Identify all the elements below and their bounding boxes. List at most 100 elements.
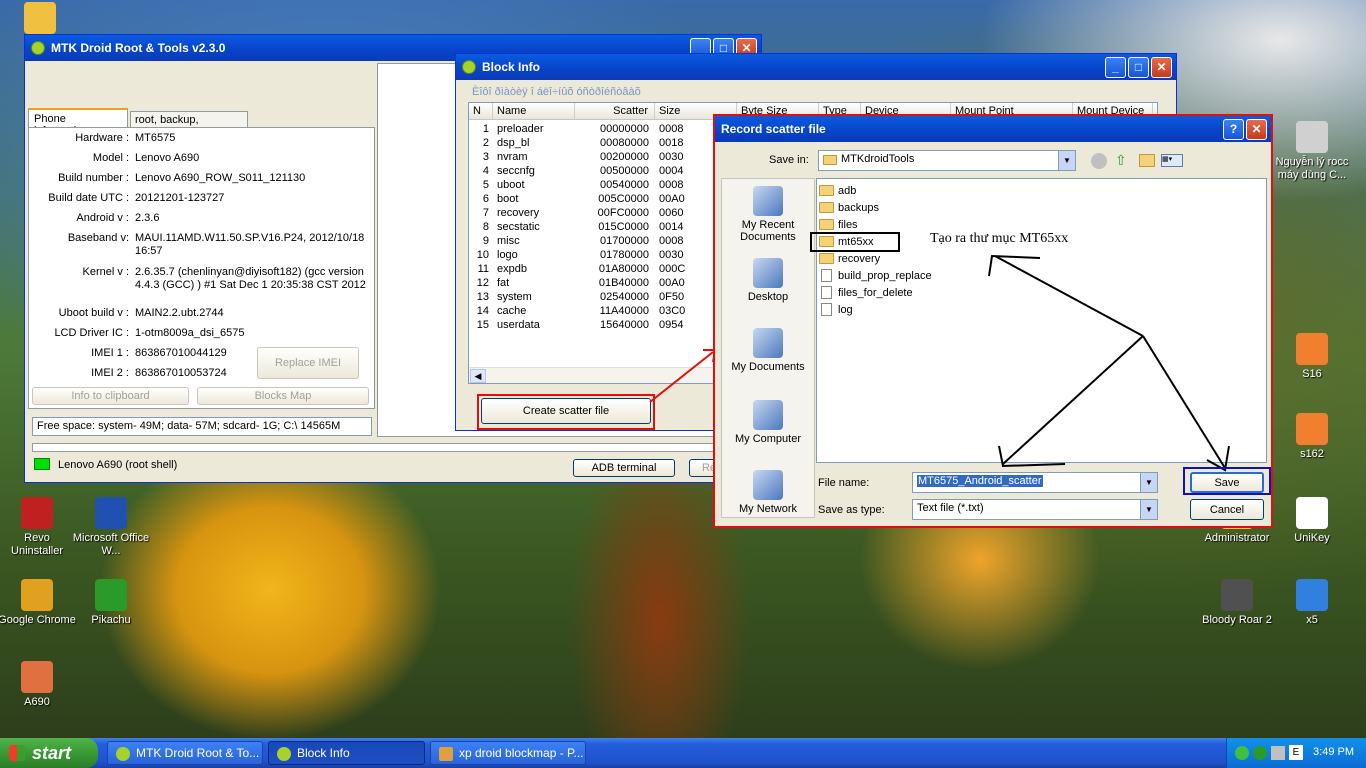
place-my-computer[interactable]: My Computer	[723, 400, 813, 445]
taskbar: start MTK Droid Root & To... Block Info …	[0, 738, 1366, 768]
file-name-input[interactable]: MT6575_Android_scatter ▼	[912, 472, 1158, 493]
progress-bar	[32, 443, 759, 452]
desktop-icon-label: A690	[24, 696, 50, 708]
desktop-icon[interactable]: Bloody Roar 2	[1197, 579, 1277, 627]
tray-icon-2[interactable]	[1253, 746, 1267, 760]
desktop-icon-label: x5	[1306, 614, 1318, 626]
info-value: MAIN2.2.ubt.2744	[135, 307, 224, 319]
start-button[interactable]: start	[0, 738, 98, 768]
chevron-down-icon[interactable]: ▼	[1058, 151, 1075, 170]
task-mtk-droid[interactable]: MTK Droid Root & To...	[107, 741, 263, 765]
place-desktop[interactable]: Desktop	[723, 258, 813, 303]
folder-item[interactable]: files	[819, 216, 939, 233]
table-cell: 9	[482, 235, 489, 247]
info-value: Lenovo A690_ROW_S011_121130	[135, 172, 306, 184]
system-tray: E 3:49 PM	[1226, 738, 1366, 768]
dialog-title: Record scatter file	[721, 122, 826, 136]
place-recent-documents[interactable]: My Recent Documents	[723, 186, 813, 243]
desktop-icon[interactable]: Microsoft Office W...	[71, 497, 151, 558]
back-icon[interactable]	[1091, 153, 1107, 169]
info-label: Baseband v:	[67, 232, 129, 244]
tab-phone-information[interactable]: Phone information	[28, 108, 128, 137]
place-my-documents[interactable]: My Documents	[723, 328, 813, 373]
desktop-icon[interactable]: S16	[1272, 333, 1352, 381]
place-label: My Network	[738, 503, 798, 515]
chevron-down-icon[interactable]: ▼	[1140, 473, 1157, 492]
save-as-type-select[interactable]: Text file (*.txt) ▼	[912, 499, 1158, 520]
cancel-button[interactable]: Cancel	[1190, 499, 1264, 520]
clock: 3:49 PM	[1313, 746, 1354, 758]
table-cell: 2	[482, 137, 489, 149]
place-label: My Computer	[734, 433, 802, 445]
create-scatter-file-button[interactable]: Create scatter file	[481, 398, 651, 424]
task-block-info[interactable]: Block Info	[268, 741, 425, 765]
block-title-bar[interactable]: Block Info _ □ ✕	[456, 54, 1176, 80]
save-as-type-value: Text file (*.txt)	[917, 502, 984, 514]
dialog-title-bar[interactable]: Record scatter file ? ✕	[715, 116, 1271, 142]
tray-icon-1[interactable]	[1235, 746, 1249, 760]
new-folder-icon[interactable]	[1139, 154, 1155, 167]
save-in-select[interactable]: MTKdroidTools ▼	[818, 150, 1076, 171]
info-label: Kernel v :	[82, 266, 129, 278]
folder-item[interactable]: recovery	[819, 250, 939, 267]
info-value: 1-otm8009a_dsi_6575	[135, 327, 245, 339]
views-menu-icon[interactable]: ▦▾	[1161, 154, 1183, 167]
maximize-icon[interactable]: □	[1128, 56, 1149, 78]
desktop-icon[interactable]: A690	[0, 661, 77, 709]
table-cell: nvram	[497, 151, 528, 163]
block-title: Block Info	[482, 60, 541, 74]
table-cell: 00540000	[600, 179, 649, 191]
table-cell: uboot	[497, 179, 525, 191]
info-to-clipboard-button[interactable]: Info to clipboard	[32, 387, 189, 405]
task-label: xp droid blockmap - P...	[459, 746, 584, 760]
table-cell: fat	[497, 277, 510, 289]
column-header[interactable]: Name	[493, 103, 575, 119]
folder-name: backups	[838, 201, 879, 214]
folder-item[interactable]: backups	[819, 199, 939, 216]
save-button[interactable]: Save	[1190, 472, 1264, 493]
desktop-icon[interactable]: Nguyễn lý rocc máy dùng C...	[1272, 121, 1352, 182]
adb-terminal-button[interactable]: ADB terminal	[573, 459, 675, 477]
table-cell: dsp_bl	[497, 137, 530, 149]
table-cell: misc	[497, 235, 520, 247]
info-value: Lenovo A690	[135, 152, 200, 164]
folder-item[interactable]: adb	[819, 182, 939, 199]
black-annotation-arrows	[988, 254, 1230, 472]
table-cell: system	[497, 291, 532, 303]
tray-icon-3[interactable]	[1271, 746, 1285, 760]
close-icon[interactable]: ✕	[1246, 118, 1267, 140]
my-computer-icon	[753, 400, 783, 430]
desktop-icon-label: Microsoft Office W...	[72, 532, 150, 557]
info-label: Uboot build v :	[58, 307, 129, 319]
column-header[interactable]: N	[469, 103, 493, 119]
table-cell: cache	[497, 305, 527, 317]
tab-root-backup-recovery[interactable]: root, backup, recovery	[130, 111, 248, 138]
desktop-icon[interactable]: s162	[1272, 413, 1352, 461]
blocks-map-button[interactable]: Blocks Map	[197, 387, 369, 405]
chevron-down-icon[interactable]: ▼	[1140, 500, 1157, 519]
table-cell: 3	[482, 151, 489, 163]
file-item[interactable]: files_for_delete	[819, 284, 939, 301]
column-header[interactable]: Scatter	[575, 103, 655, 119]
desktop-icon[interactable]: Pikachu	[71, 579, 151, 627]
minimize-icon[interactable]: _	[1105, 56, 1126, 78]
table-cell: 8	[482, 221, 489, 233]
scroll-left-icon[interactable]: ◀	[470, 369, 486, 383]
up-folder-icon[interactable]: ⇧	[1115, 152, 1131, 169]
unikey-tray-icon[interactable]: E	[1289, 745, 1303, 760]
file-item[interactable]: build_prop_replace	[819, 267, 939, 284]
file-icon	[821, 286, 832, 299]
desktop-icon[interactable]: UniKey	[1272, 497, 1352, 545]
desktop-icon[interactable]: x5	[1272, 579, 1352, 627]
desktop-icon[interactable]: Google Chrome	[0, 579, 77, 627]
desktop-icon[interactable]: Revo Uninstaller	[0, 497, 77, 558]
place-my-network[interactable]: My Network	[723, 470, 813, 515]
table-cell: 7	[482, 207, 489, 219]
revo-uninstaller-icon	[21, 497, 53, 529]
file-item[interactable]: log	[819, 301, 939, 318]
task-xp-droid-blockmap[interactable]: xp droid blockmap - P...	[430, 741, 586, 765]
table-cell: boot	[497, 193, 519, 205]
help-icon[interactable]: ?	[1223, 118, 1244, 140]
info-value: MAUI.11AMD.W11.50.SP.V16.P24, 2012/10/18…	[135, 232, 365, 257]
close-icon[interactable]: ✕	[1151, 56, 1172, 78]
